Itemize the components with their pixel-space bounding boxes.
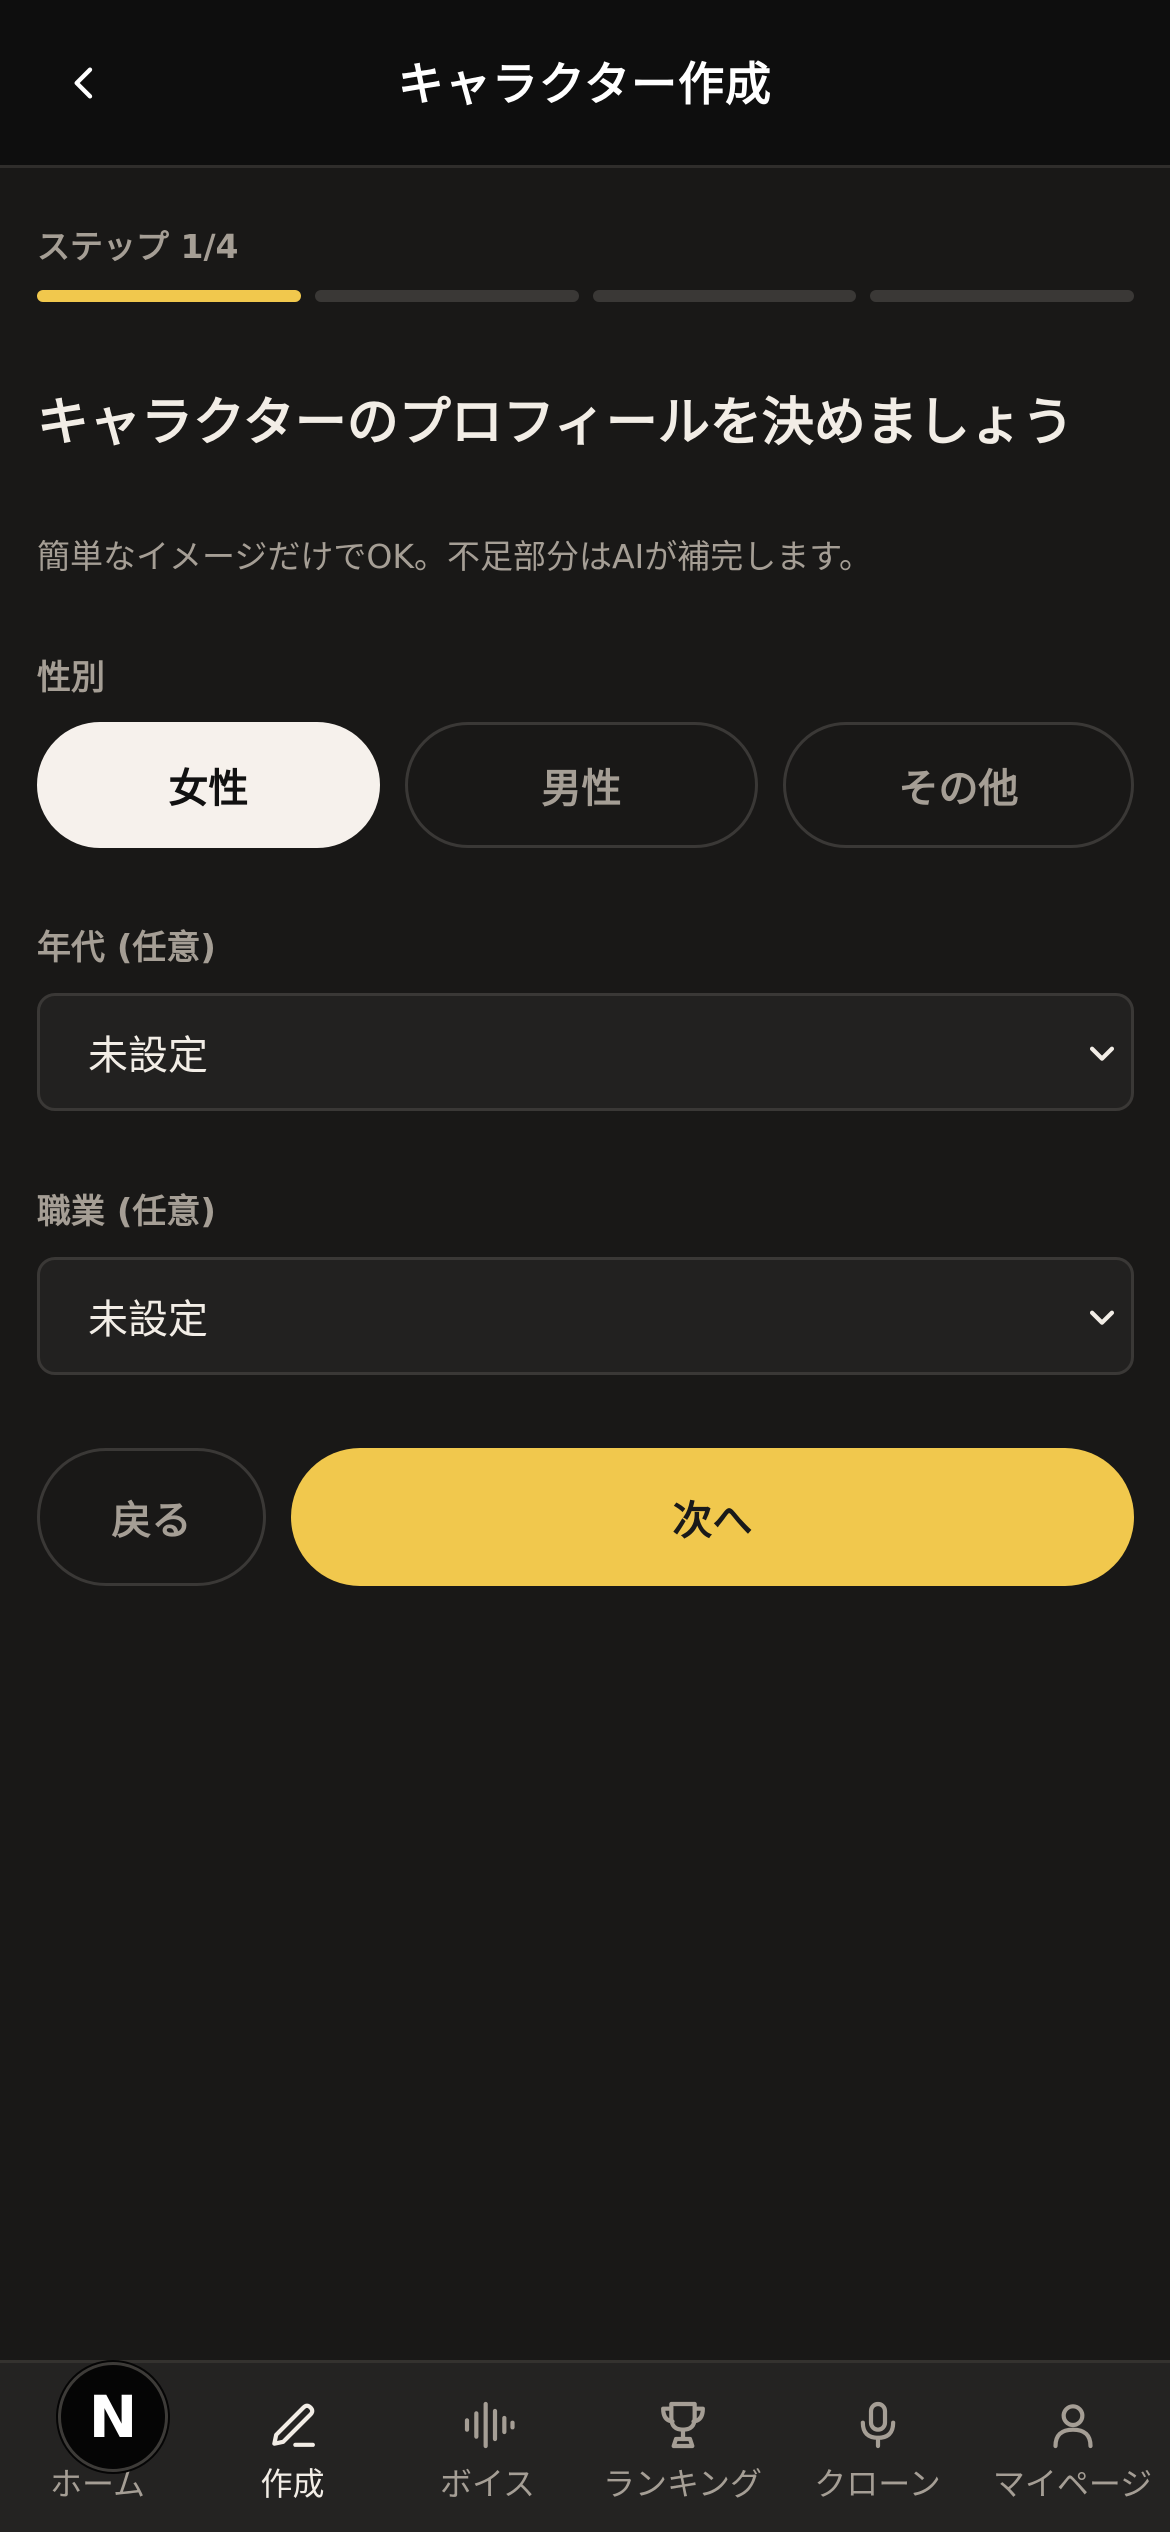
chevron-down-icon [1089, 1310, 1115, 1325]
step-indicator: ステップ 1/4 [37, 227, 239, 266]
back-button[interactable]: 戻る [37, 1448, 266, 1586]
pencil-icon [271, 2403, 315, 2447]
nav-item-voice[interactable]: ボイス [390, 2363, 585, 2532]
page-title: キャラクター作成 [397, 57, 773, 111]
bottom-navigation: ホーム 作成 ボイス ランキング クローン マイページ [0, 2360, 1170, 2532]
progress-segment-2 [314, 290, 579, 302]
gender-label: 性別 [37, 658, 105, 698]
nav-item-mypage[interactable]: マイページ [975, 2363, 1170, 2532]
waveform-icon [464, 2401, 515, 2449]
age-select[interactable]: 未設定 [37, 993, 1134, 1111]
step-progress-bar [37, 290, 1134, 302]
header: キャラクター作成 [0, 0, 1170, 168]
gender-option-other[interactable]: その他 [783, 722, 1134, 848]
age-label: 年代 (任意) [37, 928, 216, 968]
nav-label-voice: ボイス [439, 2465, 536, 2503]
age-select-value: 未設定 [88, 1033, 208, 1079]
progress-segment-1 [37, 290, 301, 302]
next-button[interactable]: 次へ [291, 1448, 1134, 1586]
occupation-label: 職業 (任意) [37, 1192, 216, 1232]
character-creation-screen: キャラクター作成 ステップ 1/4 キャラクターのプロフィールを決めましょう 簡… [0, 0, 1170, 2532]
nav-label-clone: クローン [814, 2465, 941, 2503]
progress-segment-3 [592, 290, 857, 302]
nav-label-ranking: ランキング [602, 2465, 763, 2503]
section-description: 簡単なイメージだけでOK。不足部分はAIが補完します。 [37, 537, 872, 576]
app-logo-button[interactable]: N [58, 2362, 168, 2472]
nav-label-create: 作成 [260, 2465, 325, 2503]
chevron-down-icon [1089, 1046, 1115, 1061]
nav-item-clone[interactable]: クローン [780, 2363, 975, 2532]
gender-option-female[interactable]: 女性 [37, 722, 380, 848]
nav-item-ranking[interactable]: ランキング [585, 2363, 780, 2532]
microphone-icon [860, 2401, 895, 2449]
trophy-icon [660, 2401, 705, 2449]
occupation-select[interactable]: 未設定 [37, 1257, 1134, 1375]
section-headline: キャラクターのプロフィールを決めましょう [37, 393, 1074, 453]
gender-option-male[interactable]: 男性 [405, 722, 758, 848]
user-icon [1052, 2404, 1093, 2449]
occupation-select-value: 未設定 [88, 1297, 208, 1343]
progress-segment-4 [870, 290, 1134, 302]
nav-label-mypage: マイページ [992, 2465, 1153, 2503]
nav-item-create[interactable]: 作成 [195, 2363, 390, 2532]
